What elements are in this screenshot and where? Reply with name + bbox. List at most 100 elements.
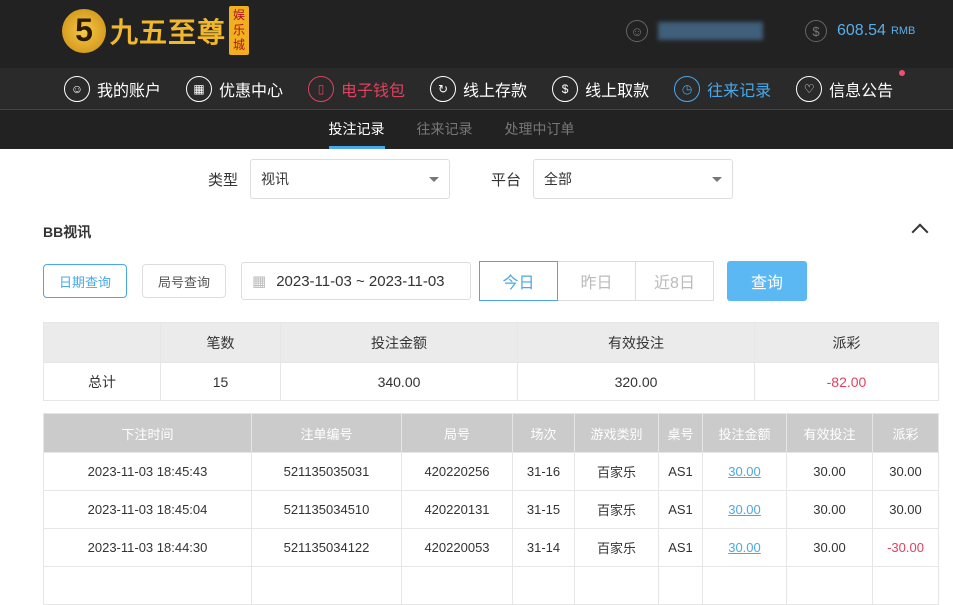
nav-deposit[interactable]: ↻ 线上存款 [430,75,528,102]
table-cell: 百家乐 [574,528,659,567]
notification-dot [899,69,906,76]
search-button[interactable]: 查询 [727,261,807,301]
logo-text: 九五至尊 [110,16,227,48]
deposit-icon: ↻ [430,75,457,102]
summary-header-cell [43,322,161,363]
type-value: 视讯 [261,171,290,187]
table-cell [658,566,703,605]
type-label: 类型 [208,171,239,189]
table-cell: 30.00 [872,490,939,529]
bet-amount-link[interactable]: 30.00 [702,452,787,491]
balance: $ 608.54 RMB [805,20,915,42]
balance-amount: 608.54 [837,22,886,39]
table-cell: AS1 [658,452,703,491]
table-cell: 30.00 [786,490,873,529]
dollar-icon: $ [805,20,827,42]
wallet-icon: ▯ [308,75,335,102]
table-row [43,566,939,605]
table-cell: -30.00 [872,528,939,567]
column-header: 场次 [512,413,575,453]
summary-cell: 320.00 [517,362,755,401]
table-cell: 31-16 [512,452,575,491]
column-header: 下注时间 [43,413,252,453]
nav-withdraw[interactable]: $ 线上取款 [552,75,650,102]
table-cell: AS1 [658,528,703,567]
records-icon: ◷ [674,75,701,102]
logo-tag: 娱乐城 [229,6,250,55]
summary-header-cell: 投注金额 [280,322,518,363]
table-cell: 521135034510 [251,490,402,529]
collapse-chevron-icon[interactable] [911,223,929,241]
column-header: 派彩 [872,413,939,453]
date-range-input[interactable]: ▦ 2023-11-03 ~ 2023-11-03 [241,262,471,300]
table-cell: 420220131 [401,490,513,529]
last-8-days-button[interactable]: 近8日 [635,261,714,301]
sub-tabs: 投注记录 往来记录 处理中订单 [0,110,953,149]
nav-announcements[interactable]: ♡ 信息公告 [796,69,906,102]
table-cell: 2023-11-03 18:45:43 [43,452,252,491]
bet-amount-link[interactable]: 30.00 [702,490,787,529]
nav-label: 我的账户 [97,82,162,100]
table-cell: 420220053 [401,528,513,567]
column-header: 投注金额 [702,413,787,453]
column-header: 游戏类别 [574,413,659,453]
logo-emblem: 5 [62,8,106,53]
withdraw-icon: $ [552,75,579,102]
nav-label: 往来记录 [707,82,772,100]
main-nav: ☺ 我的账户 ▦ 优惠中心 ▯ 电子钱包 ↻ 线上存款 $ 线上取款 ◷ 往来记录 ♡ 信息公… [0,68,953,110]
table-row: 2023-11-03 18:45:43 521135035031 420220256… [43,452,939,491]
user-icon: ☺ [64,75,90,102]
type-filter: 类型 视讯 [208,159,451,199]
table-row: 2023-11-03 18:45:04 521135034510 420220131… [43,490,939,529]
table-cell: 30.00 [786,528,873,567]
gift-icon: ▦ [186,75,213,102]
bet-amount-link[interactable] [702,566,787,605]
table-cell: 31-14 [512,528,575,567]
logo[interactable]: 5 九五至尊 娱乐城 [62,6,250,55]
column-header: 桌号 [658,413,703,453]
type-select[interactable]: 视讯 [250,159,451,199]
user-info[interactable]: ☺ [626,20,763,42]
summary-header-cell: 派彩 [754,322,939,363]
round-query-button[interactable]: 局号查询 [142,264,226,298]
nav-my-account[interactable]: ☺ 我的账户 [64,75,162,102]
table-header: 下注时间 注单编号 局号 场次 游戏类别 桌号 投注金额 有效投注 派彩 [43,413,939,453]
summary-header: 笔数 投注金额 有效投注 派彩 [43,322,939,363]
date-shortcuts: 今日 昨日 近8日 [479,261,714,301]
summary-cell: 总计 [43,362,161,401]
table-cell [401,566,513,605]
tab-bet-records[interactable]: 投注记录 [328,110,385,149]
nav-records[interactable]: ◷ 往来记录 [674,75,772,102]
table-cell: 30.00 [786,452,873,491]
tab-transactions[interactable]: 往来记录 [417,110,473,149]
table-cell: 521135035031 [251,452,402,491]
nav-promotions[interactable]: ▦ 优惠中心 [186,75,283,102]
summary-header-cell: 笔数 [160,322,281,363]
top-header: 5 九五至尊 娱乐城 ☺ $ 608.54 RMB [0,0,953,68]
nav-e-wallet[interactable]: ▯ 电子钱包 [308,75,405,102]
table-cell [574,566,659,605]
nav-label: 信息公告 [829,82,894,100]
nav-label: 线上取款 [585,82,650,100]
summary-header-cell: 有效投注 [517,322,755,363]
column-header: 有效投注 [786,413,873,453]
summary-row: 总计 15 340.00 320.00 -82.00 [43,362,939,401]
today-button[interactable]: 今日 [479,261,558,301]
bet-records-table: 下注时间 注单编号 局号 场次 游戏类别 桌号 投注金额 有效投注 派彩 2023-11-03 … [43,413,939,605]
date-query-button[interactable]: 日期查询 [43,264,127,298]
summary-cell: 340.00 [280,362,518,401]
summary-table: 笔数 投注金额 有效投注 派彩 总计 15 340.00 320.00 -82.… [43,322,939,401]
table-cell [786,566,873,605]
yesterday-button[interactable]: 昨日 [557,261,636,301]
platform-select[interactable]: 全部 [533,159,734,199]
tab-pending-orders[interactable]: 处理中订单 [505,110,575,149]
section-title: BB视讯 [43,224,92,240]
bet-amount-link[interactable]: 30.00 [702,528,787,567]
table-cell: 30.00 [872,452,939,491]
bell-icon: ♡ [796,75,823,102]
table-cell [512,566,575,605]
table-cell: AS1 [658,490,703,529]
column-header: 局号 [401,413,513,453]
platform-label: 平台 [491,171,522,189]
nav-label: 线上存款 [463,82,528,100]
